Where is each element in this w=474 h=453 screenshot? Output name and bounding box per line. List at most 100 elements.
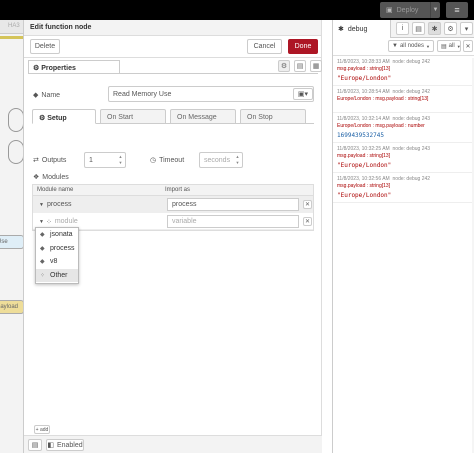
enabled-toggle[interactable]: ◧ Enabled xyxy=(46,439,84,451)
debug-message[interactable]: 11/8/2023, 10:28:33 AM node: debug 242 m… xyxy=(333,56,474,86)
message-meta: 11/8/2023, 10:28:33 AM node: debug 242 xyxy=(337,59,431,65)
caret-down-icon: ▼ xyxy=(456,43,461,49)
col-module-name: Module name xyxy=(37,187,74,193)
cube-icon: ◆ xyxy=(40,259,45,266)
random-icon: ⇄ xyxy=(33,157,39,164)
name-input[interactable]: Read Memory Use xyxy=(108,86,314,102)
dropdown-option-other[interactable]: ⁘ Other xyxy=(36,268,78,282)
bug-icon[interactable]: ✱ xyxy=(428,22,441,35)
tray-toolbar: Delete Cancel Done xyxy=(24,36,321,58)
cubes-icon: ❖ xyxy=(33,174,40,181)
dropdown-option-v8[interactable]: ◆ v8 xyxy=(36,255,78,269)
import-as-input[interactable]: process xyxy=(167,198,299,211)
caret-down-icon: ▼ xyxy=(39,201,44,208)
tab-setup[interactable]: ⚙ Setup xyxy=(32,109,96,124)
chevron-down-icon[interactable]: ▾ xyxy=(460,22,473,35)
import-as-input[interactable]: variable xyxy=(167,215,299,228)
modules-label: ❖ Modules xyxy=(33,171,69,183)
filter-all-button[interactable]: ▤ all ▼ xyxy=(437,40,461,52)
outputs-label-text: Outputs xyxy=(41,156,67,164)
outputs-label: ⇄ Outputs xyxy=(33,153,66,167)
tab-on-start[interactable]: On Start xyxy=(100,109,166,124)
workspace-node-use[interactable]: Use xyxy=(0,235,23,249)
group-border xyxy=(0,36,23,39)
bug-icon: ✱ xyxy=(338,26,344,33)
description-tab-icon[interactable]: ▤ xyxy=(294,60,306,72)
tab-on-message[interactable]: On Message xyxy=(170,109,236,124)
workspace-node-payload[interactable]: payload xyxy=(0,300,23,314)
timeout-placeholder: seconds xyxy=(204,156,231,164)
gear-icon[interactable]: ⚙ xyxy=(444,22,457,35)
message-meta: 11/8/2023, 10:32:14 AM node: debug 243 xyxy=(337,116,431,122)
divider xyxy=(28,73,318,74)
filter-nodes-button[interactable]: ▼ all nodes ▼ xyxy=(388,40,434,52)
node-wire xyxy=(8,140,23,164)
caret-down-icon: ▼ xyxy=(39,218,44,225)
workspace-tab[interactable]: HA3 xyxy=(0,20,23,34)
module-select[interactable]: ▼ process xyxy=(35,198,159,211)
module-name: module xyxy=(54,218,78,225)
outputs-stepper[interactable]: ▲ ▼ xyxy=(117,154,124,166)
outputs-value: 1 xyxy=(89,156,93,164)
table-header: Module name Import as xyxy=(33,185,313,196)
message-payload-type: Europe/London : msg.payload : string[13] xyxy=(337,96,429,102)
remove-row-button[interactable]: ✕ xyxy=(303,200,312,209)
toggle-icon: ◧ xyxy=(47,442,54,449)
timeout-label: ◷ Timeout xyxy=(150,153,184,167)
deploy-button[interactable]: ▣ Deploy ▼ xyxy=(380,2,440,18)
filter-nodes-label: all nodes xyxy=(399,43,424,49)
book-icon[interactable]: ▤ xyxy=(412,22,425,35)
clear-messages-button[interactable]: ✕ xyxy=(463,40,473,52)
tray-footer: ▤ ◧ Enabled xyxy=(24,435,322,453)
properties-tab-label: Properties xyxy=(41,65,76,72)
dropdown-option-process[interactable]: ◆ process xyxy=(36,242,78,256)
tab-properties[interactable]: ⚙ Properties xyxy=(28,60,120,74)
message-payload-type: Europe/London : msg.payload : number xyxy=(337,123,425,129)
table-row[interactable]: ▼ process process ✕ xyxy=(33,196,313,213)
message-payload-type: msg.payload : string[13] xyxy=(337,183,391,189)
tab-on-stop[interactable]: On Stop xyxy=(240,109,306,124)
cube-icon: ◆ xyxy=(40,245,45,252)
filter-all-label: all xyxy=(448,43,455,49)
deploy-dropdown-chevron-icon[interactable]: ▼ xyxy=(430,2,440,18)
name-label: ◆ Name xyxy=(33,88,60,102)
trash-icon: ▤ xyxy=(441,43,447,50)
sidebar-tabs: ✱ debug i ▤ ✱ ⚙ ▾ xyxy=(333,20,474,38)
filter-icon: ▼ xyxy=(392,43,398,49)
debug-tab-label: debug xyxy=(347,25,368,33)
module-name: process xyxy=(46,201,72,208)
appearance-tab-icon[interactable]: ▦ xyxy=(310,60,322,72)
debug-message[interactable]: 11/8/2023, 10:32:14 AM node: debug 243 E… xyxy=(333,113,474,143)
debug-message[interactable]: 11/8/2023, 10:32:56 AM node: debug 242 m… xyxy=(333,173,474,203)
option-label: v8 xyxy=(50,258,58,266)
add-module-button[interactable]: + add xyxy=(34,425,50,434)
timeout-input[interactable]: seconds ▲ ▼ xyxy=(199,152,243,168)
dropdown-option-jsonata[interactable]: ◆ jsonata xyxy=(36,228,78,242)
message-value: 1699439532745 xyxy=(337,132,384,139)
node-info-button[interactable]: ▤ xyxy=(28,439,42,451)
outputs-input[interactable]: 1 ▲ ▼ xyxy=(84,152,126,168)
header-bar: ▣ Deploy ▼ ≡ xyxy=(0,0,474,20)
settings-tab-icon[interactable]: ⚙ xyxy=(278,60,290,72)
option-label: jsonata xyxy=(50,231,73,239)
message-payload-type: msg.payload : string[13] xyxy=(337,153,391,159)
message-value: "Europe/London" xyxy=(337,192,392,199)
debug-sidebar: ✱ debug i ▤ ✱ ⚙ ▾ ▼ all nodes ▼ ▤ all ▼ … xyxy=(332,20,474,453)
info-icon[interactable]: i xyxy=(396,22,409,35)
name-label-text: Name xyxy=(41,91,61,99)
module-dropdown-menu: ◆ jsonata ◆ process ◆ v8 ⁘ Other xyxy=(35,227,79,284)
timeout-stepper[interactable]: ▲ ▼ xyxy=(234,154,241,166)
delete-button[interactable]: Delete xyxy=(30,39,60,54)
tab-debug[interactable]: ✱ debug xyxy=(333,20,391,38)
cancel-button[interactable]: Cancel xyxy=(247,39,282,54)
message-value: "Europe/London" xyxy=(337,162,392,169)
debug-message[interactable]: 11/8/2023, 10:32:25 AM node: debug 243 m… xyxy=(333,143,474,173)
node-icon-picker-button[interactable]: ▣▾ xyxy=(293,88,313,100)
module-icon: ⁘ xyxy=(45,218,52,226)
deploy-label: Deploy xyxy=(396,6,419,14)
debug-message[interactable]: 11/8/2023, 10:28:54 AM node: debug 242 E… xyxy=(333,86,474,113)
hamburger-icon[interactable]: ≡ xyxy=(446,2,468,18)
tray-title: Edit function node xyxy=(24,20,321,36)
remove-row-button[interactable]: ✕ xyxy=(303,217,312,226)
done-button[interactable]: Done xyxy=(288,39,318,54)
